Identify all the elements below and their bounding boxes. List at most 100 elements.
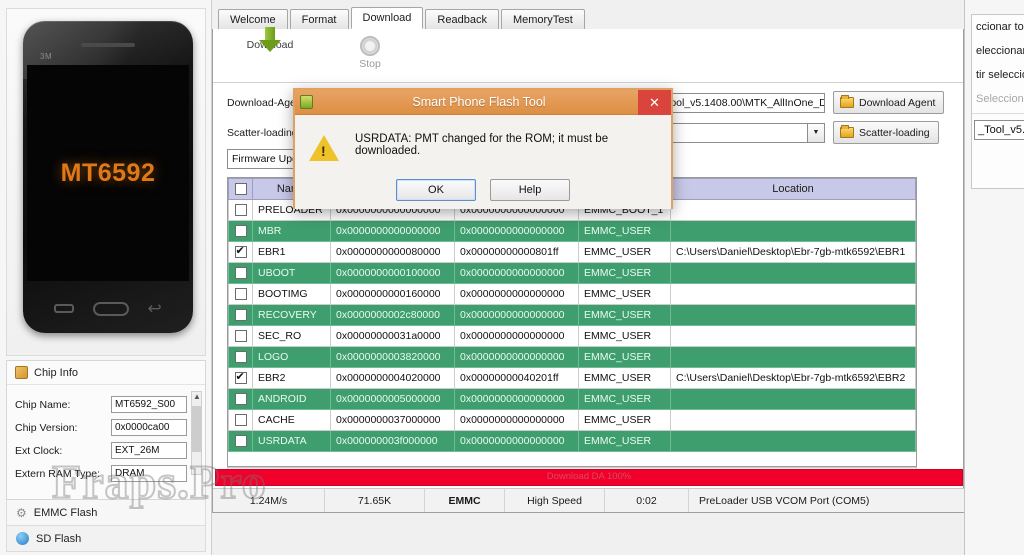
extern-ram-type-value: DRAM xyxy=(111,465,187,482)
table-row[interactable]: RECOVERY 0x0000000002c80000 0x000000000000… xyxy=(228,304,916,326)
tab-format[interactable]: Format xyxy=(289,9,349,29)
cell-begin: 0x0000000000160000 xyxy=(330,283,455,305)
status-size: 71.65K xyxy=(325,489,425,512)
row-checkbox-cell[interactable] xyxy=(228,220,253,242)
tab-download[interactable]: Download xyxy=(350,7,424,29)
tab-welcome[interactable]: Welcome xyxy=(218,9,288,29)
cell-name: LOGO xyxy=(252,346,331,368)
chip-info-header: Chip Info xyxy=(7,361,205,385)
background-text-input[interactable]: _Tool_v5.14 xyxy=(974,120,1024,140)
table-row[interactable]: USRDATA 0x000000003f000000 0x0000000000000… xyxy=(228,430,916,452)
download-button[interactable]: Download xyxy=(233,27,307,52)
status-elapsed-time: 0:02 xyxy=(605,489,689,512)
column-header-select-all[interactable] xyxy=(228,178,253,200)
tab-readback[interactable]: Readback xyxy=(425,9,499,29)
cell-end: 0x0000000000000000 xyxy=(454,346,579,368)
progress-label: Download DA 100% xyxy=(546,471,632,482)
cell-region: EMMC_USER xyxy=(578,388,671,410)
row-checkbox[interactable] xyxy=(234,370,247,385)
emmc-flash-label: EMMC Flash xyxy=(33,506,98,519)
row-checkbox[interactable] xyxy=(234,225,247,238)
download-agent-button[interactable]: Download Agent xyxy=(833,91,945,114)
cell-end: 0x00000000040201ff xyxy=(454,367,579,389)
partition-table: Name Begin Address End Address Region Lo… xyxy=(227,177,917,467)
cell-location xyxy=(670,325,916,347)
action-toolbar: Download Stop xyxy=(213,27,963,83)
sidebar-item-emmc-flash[interactable]: ⚙ EMMC Flash xyxy=(6,500,206,526)
device-preview: 3M MT6592 ↩ xyxy=(6,8,206,356)
row-checkbox[interactable] xyxy=(234,204,247,217)
cell-end: 0x0000000000000000 xyxy=(454,220,579,242)
cell-location: C:\Users\Daniel\Desktop\Ebr-7gb-mtk6592\… xyxy=(670,241,916,263)
phone-brand-label: 3M xyxy=(40,52,53,61)
row-checkbox[interactable] xyxy=(234,309,247,322)
chip-info-scrollbar[interactable]: ▲ xyxy=(191,391,202,475)
tab-memorytest[interactable]: MemoryTest xyxy=(500,9,585,29)
row-checkbox-cell[interactable] xyxy=(228,199,253,221)
chip-name-label: Chip Name: xyxy=(15,398,71,411)
gear-icon: ⚙ xyxy=(16,505,27,520)
background-window: ccionar todo eleccionar n tir selección … xyxy=(964,0,1024,555)
cell-name: EBR2 xyxy=(252,367,331,389)
cell-end: 0x0000000000000000 xyxy=(454,262,579,284)
context-menu: ccionar todo eleccionar n tir selección … xyxy=(971,14,1024,189)
table-row[interactable]: EBR10x00000000000800000x00000000000801ff… xyxy=(228,241,916,263)
table-row[interactable]: LOGO 0x0000000003820000 0x0000000000000000… xyxy=(228,346,916,368)
row-checkbox-cell[interactable] xyxy=(228,409,253,431)
table-row[interactable]: CACHE 0x0000000037000000 0x000000000000000… xyxy=(228,409,916,431)
row-checkbox-cell[interactable] xyxy=(228,346,253,368)
table-row[interactable]: SEC_RO 0x00000000031a0000 0x00000000000000… xyxy=(228,325,916,347)
cell-location xyxy=(670,199,916,221)
cell-end: 0x0000000000000000 xyxy=(454,409,579,431)
scatter-loading-button[interactable]: Scatter-loading xyxy=(833,121,939,144)
chevron-down-icon[interactable]: ▼ xyxy=(807,122,825,143)
row-checkbox[interactable] xyxy=(234,244,247,259)
context-menu-separator xyxy=(972,113,1024,114)
row-checkbox-cell[interactable] xyxy=(228,388,253,410)
table-row[interactable]: ANDROID 0x0000000005000000 0x0000000000000… xyxy=(228,388,916,410)
context-menu-item-select-all[interactable]: ccionar todo xyxy=(972,15,1024,39)
column-header-location[interactable]: Location xyxy=(670,178,916,200)
tab-memorytest-label: MemoryTest xyxy=(512,13,573,26)
row-checkbox[interactable] xyxy=(234,288,247,301)
tab-welcome-label: Welcome xyxy=(230,13,276,26)
select-all-checkbox[interactable] xyxy=(234,183,247,195)
cell-location: C:\Users\Daniel\Desktop\Ebr-7gb-mtk6592\… xyxy=(670,367,916,389)
ext-clock-label: Ext Clock: xyxy=(15,444,63,457)
row-checkbox-cell[interactable] xyxy=(228,367,253,389)
sidebar-item-sd-flash[interactable]: SD Flash xyxy=(6,526,206,552)
row-checkbox[interactable] xyxy=(234,414,247,427)
row-checkbox-cell[interactable] xyxy=(228,325,253,347)
help-button[interactable]: Help xyxy=(490,179,570,201)
cell-begin: 0x0000000037000000 xyxy=(330,409,455,431)
table-row[interactable]: EBR20x00000000040200000x00000000040201ff… xyxy=(228,367,916,389)
phone-key-row: ↩ xyxy=(23,300,193,317)
row-checkbox-cell[interactable] xyxy=(228,430,253,452)
context-menu-item-invert[interactable]: tir selección xyxy=(972,63,1024,87)
row-checkbox-cell[interactable] xyxy=(228,241,253,263)
scrollbar-thumb[interactable] xyxy=(192,406,201,452)
scroll-up-icon[interactable]: ▲ xyxy=(193,393,201,401)
row-checkbox-cell[interactable] xyxy=(228,262,253,284)
cell-location xyxy=(670,409,916,431)
context-menu-item-deselect[interactable]: eleccionar n xyxy=(972,39,1024,63)
cell-end: 0x0000000000000000 xyxy=(454,388,579,410)
row-checkbox[interactable] xyxy=(234,351,247,364)
status-speed: 1.24M/s xyxy=(213,489,325,512)
table-row[interactable]: BOOTIMG 0x0000000000160000 0x0000000000000… xyxy=(228,283,916,305)
table-row[interactable]: UBOOT 0x0000000000100000 0x000000000000000… xyxy=(228,262,916,284)
row-checkbox[interactable] xyxy=(234,393,247,406)
chip-info-panel: Chip Info Chip Name: MT6592_S00 Chip Ver… xyxy=(6,360,206,500)
close-icon[interactable]: ✕ xyxy=(638,90,671,115)
row-checkbox[interactable] xyxy=(234,330,247,343)
row-checkbox[interactable] xyxy=(234,435,247,448)
ok-button[interactable]: OK xyxy=(396,179,476,201)
chip-icon xyxy=(15,366,28,379)
row-checkbox[interactable] xyxy=(234,267,247,280)
stop-button[interactable]: Stop xyxy=(333,33,407,70)
table-row[interactable]: MBR 0x0000000000000000 0x0000000000000000 E… xyxy=(228,220,916,242)
row-checkbox-cell[interactable] xyxy=(228,304,253,326)
row-checkbox-cell[interactable] xyxy=(228,283,253,305)
cell-begin: 0x0000000000080000 xyxy=(330,241,455,263)
cell-location xyxy=(670,262,916,284)
